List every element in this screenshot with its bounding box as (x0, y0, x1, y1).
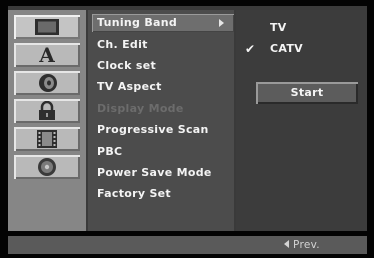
menu-item-display-mode: Display Mode (92, 100, 234, 118)
start-button[interactable]: Start (256, 82, 358, 104)
menu-item-label: Ch. Edit (97, 38, 148, 51)
setup-panel: A Tuning Band Ch. Edit Clock set TV Aspe… (8, 6, 367, 231)
navigation-bar: Prev. (8, 236, 367, 254)
setup-screen: A Tuning Band Ch. Edit Clock set TV Aspe… (0, 0, 374, 258)
menu-item-label: PBC (97, 145, 123, 158)
tv-icon (35, 19, 59, 35)
tab-general[interactable] (14, 15, 80, 39)
submenu-arrow-icon (219, 19, 224, 27)
menu-item-label: Power Save Mode (97, 166, 212, 179)
option-catv[interactable]: CATV (270, 41, 303, 57)
menu-item-label: Tuning Band (97, 16, 178, 29)
prev-label: Prev. (293, 239, 320, 251)
menu-item-label: Clock set (97, 59, 157, 72)
menu-item-label: Display Mode (97, 102, 184, 115)
disc-icon (38, 158, 56, 176)
prev-button[interactable]: Prev. (284, 236, 320, 254)
tab-audio[interactable] (14, 71, 80, 95)
menu-item-tv-aspect[interactable]: TV Aspect (92, 78, 234, 96)
options-panel: TV ✔ CATV Start (236, 10, 367, 231)
tab-lock[interactable] (14, 99, 80, 123)
checkmark-icon: ✔ (245, 42, 256, 56)
left-arrow-icon (284, 240, 289, 248)
lock-icon (39, 101, 55, 120)
menu-item-label: Factory Set (97, 187, 171, 200)
menu-item-progressive-scan[interactable]: Progressive Scan (92, 121, 234, 139)
menu-item-pbc[interactable]: PBC (92, 143, 234, 161)
setup-menu: Tuning Band Ch. Edit Clock set TV Aspect… (88, 10, 234, 231)
language-icon: A (39, 43, 55, 67)
menu-item-label: TV Aspect (97, 80, 162, 93)
category-tab-column: A (8, 10, 86, 231)
tab-disc[interactable] (14, 155, 80, 179)
menu-item-factory-set[interactable]: Factory Set (92, 185, 234, 203)
speaker-icon (39, 74, 57, 92)
tab-others[interactable] (14, 127, 80, 151)
menu-item-power-save-mode[interactable]: Power Save Mode (92, 164, 234, 182)
menu-item-tuning-band[interactable]: Tuning Band (92, 14, 234, 32)
menu-item-label: Progressive Scan (97, 123, 209, 136)
film-icon (37, 130, 57, 148)
tab-language[interactable]: A (14, 43, 80, 67)
option-tv[interactable]: TV (270, 20, 287, 36)
menu-item-clock-set[interactable]: Clock set (92, 57, 234, 75)
menu-item-ch-edit[interactable]: Ch. Edit (92, 36, 234, 54)
